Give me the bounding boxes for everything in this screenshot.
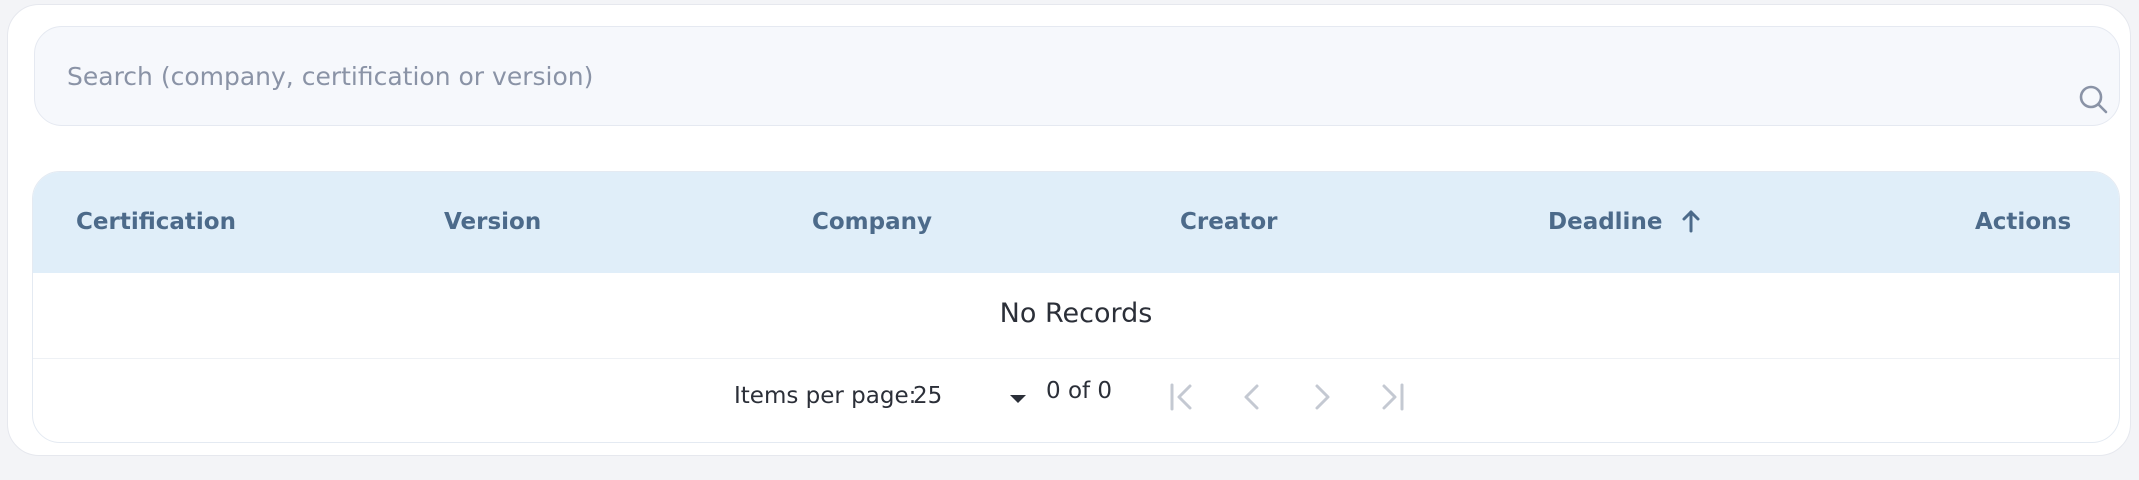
last-page-icon[interactable]	[1370, 375, 1414, 419]
column-header-label: Actions	[1975, 209, 2072, 235]
search-box	[34, 26, 2120, 126]
column-header-actions: Actions	[1975, 172, 2071, 273]
search-icon[interactable]	[2077, 83, 2111, 117]
column-header-certification[interactable]: Certification	[76, 172, 236, 273]
arrow-up-icon	[1682, 210, 1700, 232]
page-range-label: 0 of 0	[1046, 378, 1113, 404]
column-header-label: Version	[444, 209, 542, 235]
column-header-label: Deadline	[1548, 209, 1663, 235]
dropdown-arrow-icon	[1010, 395, 1026, 403]
items-per-page-label: Items per page:	[734, 383, 917, 409]
certifications-table: Certification Version Company Creator De…	[32, 171, 2120, 443]
certifications-panel: Certification Version Company Creator De…	[7, 4, 2131, 456]
search-input[interactable]	[37, 29, 2027, 123]
column-header-deadline[interactable]: Deadline	[1548, 172, 1702, 273]
next-page-icon[interactable]	[1300, 375, 1344, 419]
previous-page-icon[interactable]	[1230, 375, 1274, 419]
column-header-creator[interactable]: Creator	[1180, 172, 1277, 273]
items-per-page-value: 25	[913, 383, 943, 409]
first-page-icon[interactable]	[1160, 375, 1204, 419]
column-header-company[interactable]: Company	[812, 172, 932, 273]
paginator: Items per page: 25 0 of 0	[33, 359, 2119, 442]
items-per-page-select[interactable]: 25	[913, 383, 1033, 415]
column-header-version[interactable]: Version	[444, 172, 541, 273]
empty-state-message: No Records	[999, 298, 1153, 329]
column-header-label: Creator	[1180, 209, 1278, 235]
table-header: Certification Version Company Creator De…	[33, 172, 2119, 273]
column-header-label: Company	[812, 209, 932, 235]
column-header-label: Certification	[76, 209, 236, 235]
empty-state-row: No Records	[33, 273, 2119, 359]
